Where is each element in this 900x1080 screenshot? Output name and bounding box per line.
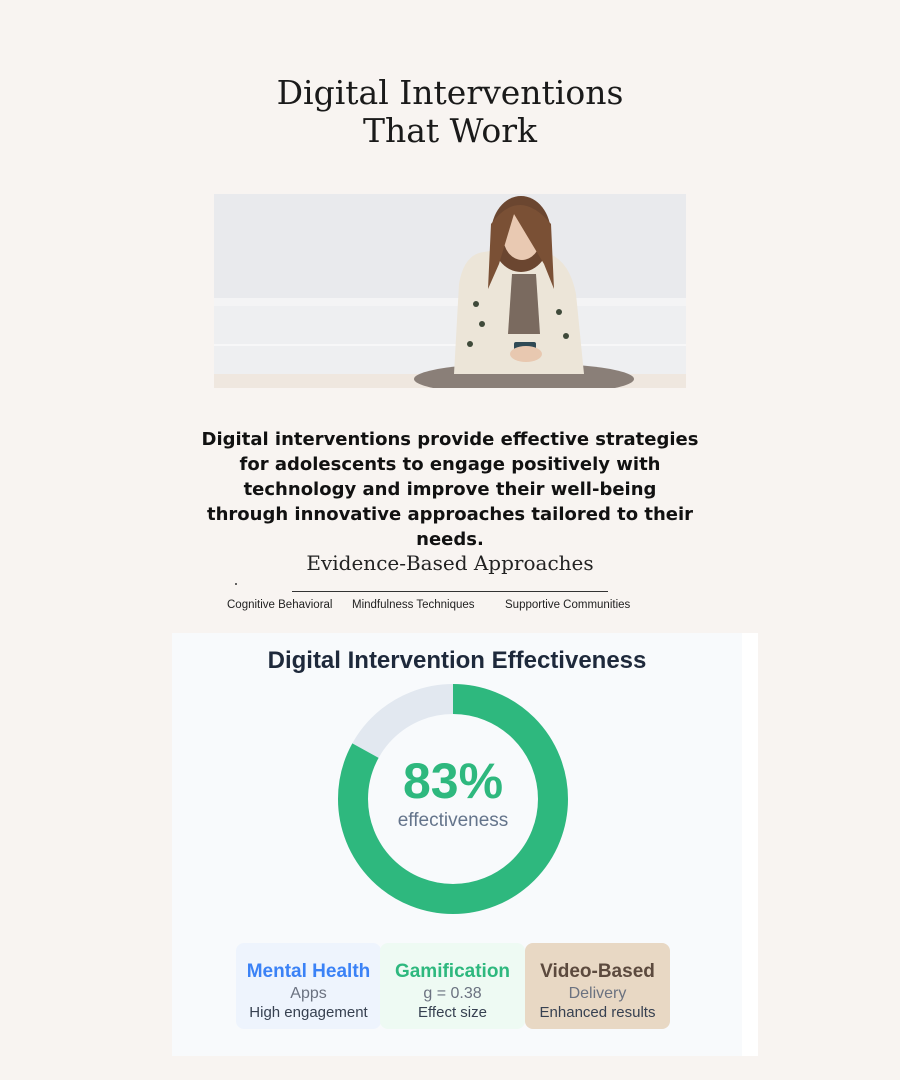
effectiveness-label: effectiveness — [397, 810, 509, 831]
effectiveness-value: 83% — [402, 753, 504, 809]
tile-title: Mental Health — [246, 961, 371, 982]
tile-detail: Enhanced results — [539, 1004, 656, 1021]
tile-video-based: Video-Based Delivery Enhanced results — [525, 943, 670, 1029]
tile-subtitle: Apps — [290, 985, 327, 1002]
bullet-dot — [235, 583, 237, 585]
page-title-line1: Digital Interventions — [276, 73, 624, 112]
tile-subtitle: Delivery — [568, 985, 627, 1002]
tile-mental-health: Mental Health Apps High engagement — [236, 943, 381, 1029]
divider — [292, 591, 608, 592]
page-title-line2: That Work — [362, 111, 537, 150]
tile-gamification: Gamification g = 0.38 Effect size — [380, 943, 525, 1029]
tile-detail: High engagement — [249, 1004, 368, 1021]
tile-subtitle: g = 0.38 — [423, 985, 482, 1002]
card-edge — [742, 633, 758, 1056]
approach-item: Supportive Communities — [505, 599, 631, 611]
card-title: Digital Intervention Effectiveness — [267, 647, 647, 674]
approach-item: Mindfulness Techniques — [352, 599, 475, 611]
section-subheading: Evidence-Based Approaches — [306, 551, 594, 575]
approach-item: Cognitive Behavioral — [227, 599, 333, 611]
lead-paragraph: Digital interventions provide effective … — [201, 429, 699, 550]
hero-photo — [214, 194, 686, 388]
page-title: Digital Interventions That Work — [0, 74, 900, 150]
tile-title: Gamification — [394, 961, 511, 982]
tile-title: Video-Based — [540, 961, 655, 982]
effectiveness-card: Digital Intervention Effectiveness 83% e… — [172, 633, 742, 1056]
tile-detail: Effect size — [418, 1004, 487, 1021]
